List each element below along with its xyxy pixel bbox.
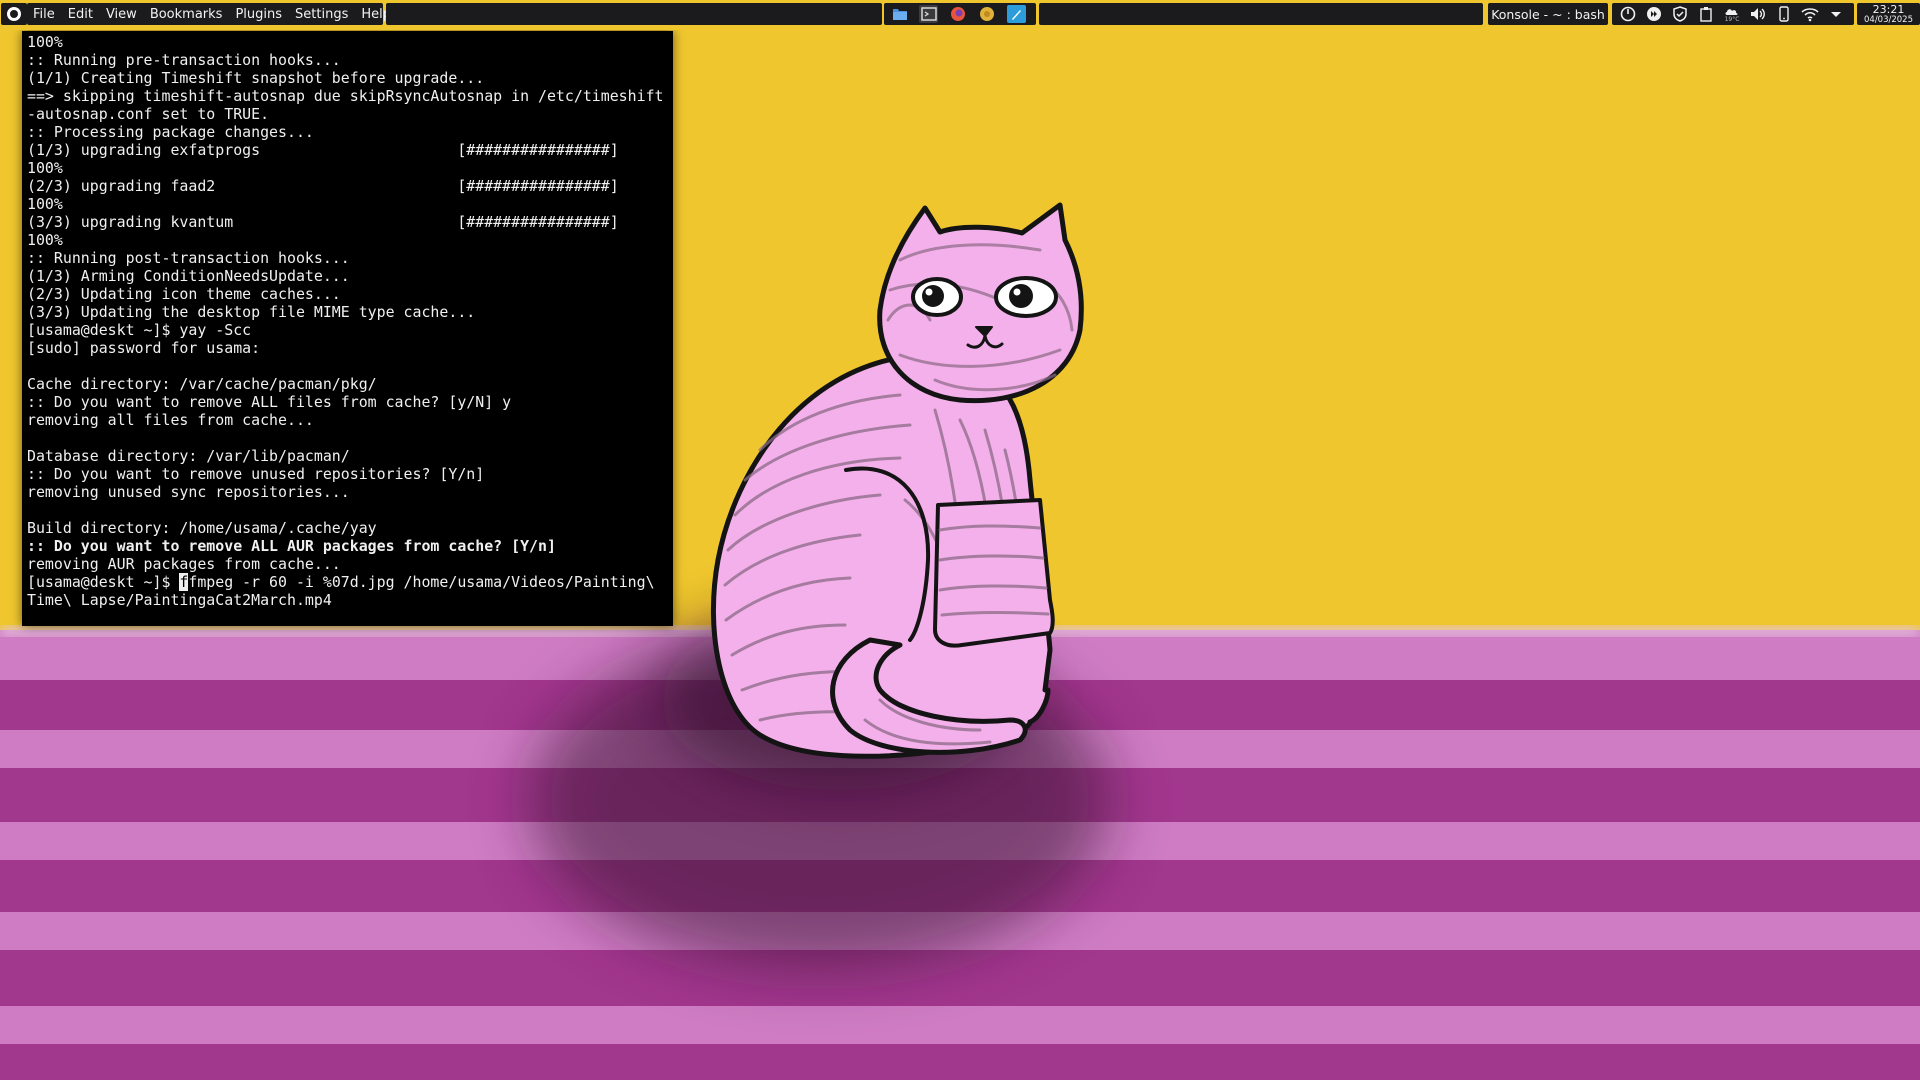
app-launcher-button[interactable] xyxy=(1,3,27,25)
digital-clock[interactable]: 23:21 04/03/2025 xyxy=(1857,3,1920,25)
terminal-line: (3/3) upgrading kvantum [###############… xyxy=(27,213,619,231)
terminal-line: :: Do you want to remove ALL files from … xyxy=(27,393,512,411)
terminal-line: :: Running pre-transaction hooks... xyxy=(27,51,341,69)
terminal-line: (1/3) Arming ConditionNeedsUpdate... xyxy=(27,267,350,285)
chromium-icon[interactable] xyxy=(978,5,997,23)
terminal-line: (1/3) upgrading exfatprogs [############… xyxy=(27,141,619,159)
menu-item-file[interactable]: File xyxy=(33,7,55,22)
global-menu-bar: File Edit View Bookmarks Plugins Setting… xyxy=(27,3,391,25)
konsole-icon[interactable] xyxy=(919,5,939,23)
terminal-line: -autosnap.conf set to TRUE. xyxy=(27,105,270,123)
task-konsole[interactable]: Konsole - ~ : bash xyxy=(1488,3,1608,25)
menu-item-view[interactable]: View xyxy=(106,7,137,22)
terminal-line: Build directory: /home/usama/.cache/yay xyxy=(27,519,377,537)
weather-temperature: 19°C xyxy=(1724,15,1740,23)
terminal-prompt-line: [usama@deskt ~]$ ffmpeg -r 60 -i %07d.jp… xyxy=(27,573,673,591)
terminal-line: 100% xyxy=(27,159,63,177)
system-tray: 19°C xyxy=(1612,3,1854,25)
terminal-line: 100% xyxy=(27,231,63,249)
terminal-line: :: Do you want to remove unused reposito… xyxy=(27,465,485,483)
terminal-line: Database directory: /var/lib/pacman/ xyxy=(27,447,350,465)
clock-date: 04/03/2025 xyxy=(1864,14,1913,25)
terminal-line: (2/3) upgrading faad2 [################] xyxy=(27,177,619,195)
terminal-line: removing AUR packages from cache... xyxy=(27,555,341,573)
terminal-line: 100% xyxy=(27,195,63,213)
expand-arrow-icon[interactable] xyxy=(1827,5,1845,23)
top-panel: File Edit View Bookmarks Plugins Setting… xyxy=(0,0,1920,30)
terminal-line: [sudo] password for usama: xyxy=(27,339,261,357)
menu-item-edit[interactable]: Edit xyxy=(68,7,93,22)
volume-icon[interactable] xyxy=(1749,5,1767,23)
kate-icon[interactable] xyxy=(1006,5,1027,23)
pinned-apps xyxy=(884,3,1036,25)
panel-spacer xyxy=(1039,3,1483,25)
terminal-line: (1/1) Creating Timeshift snapshot before… xyxy=(27,69,485,87)
terminal-line: [usama@deskt ~]$ yay -Scc xyxy=(27,321,252,339)
clipboard-icon[interactable] xyxy=(1697,5,1715,23)
menu-item-plugins[interactable]: Plugins xyxy=(235,7,282,22)
terminal-line: Cache directory: /var/cache/pacman/pkg/ xyxy=(27,375,377,393)
terminal-line: :: Running post-transaction hooks... xyxy=(27,249,350,267)
terminal-output: 100%:: Running pre-transaction hooks...(… xyxy=(27,33,673,573)
konsole-terminal[interactable]: 100%:: Running pre-transaction hooks...(… xyxy=(22,31,673,626)
wifi-icon[interactable] xyxy=(1801,5,1819,23)
terminal-line: 100% xyxy=(27,33,63,51)
phone-icon[interactable] xyxy=(1775,5,1793,23)
terminal-line: (2/3) Updating icon theme caches... xyxy=(27,285,341,303)
menu-item-bookmarks[interactable]: Bookmarks xyxy=(150,7,223,22)
terminal-line: (3/3) Updating the desktop file MIME typ… xyxy=(27,303,476,321)
firefox-icon[interactable] xyxy=(948,5,967,23)
panel-spacer xyxy=(386,3,882,25)
terminal-line: :: Do you want to remove ALL AUR package… xyxy=(27,537,556,555)
command-input[interactable]: fmpeg -r 60 -i %07d.jpg /home/usama/Vide… xyxy=(188,573,654,591)
media-icon[interactable] xyxy=(1645,5,1663,23)
terminal-command-wrap: Time\ Lapse/PaintingaCat2March.mp4 xyxy=(27,591,332,609)
shield-icon[interactable] xyxy=(1671,5,1689,23)
dolphin-icon[interactable] xyxy=(890,5,909,23)
terminal-line: :: Processing package changes... xyxy=(27,123,314,141)
shell-prompt: [usama@deskt ~]$ xyxy=(27,573,180,591)
menu-item-settings[interactable]: Settings xyxy=(295,7,348,22)
clock-time: 23:21 xyxy=(1872,2,1905,16)
terminal-line: ==> skipping timeshift-autosnap due skip… xyxy=(27,87,664,105)
power-icon[interactable] xyxy=(1619,5,1637,23)
terminal-line: removing unused sync repositories... xyxy=(27,483,350,501)
weather-icon[interactable]: 19°C xyxy=(1723,5,1741,23)
launcher-icon xyxy=(7,7,21,21)
terminal-line: removing all files from cache... xyxy=(27,411,314,429)
task-label: Konsole - ~ : bash xyxy=(1491,6,1605,22)
